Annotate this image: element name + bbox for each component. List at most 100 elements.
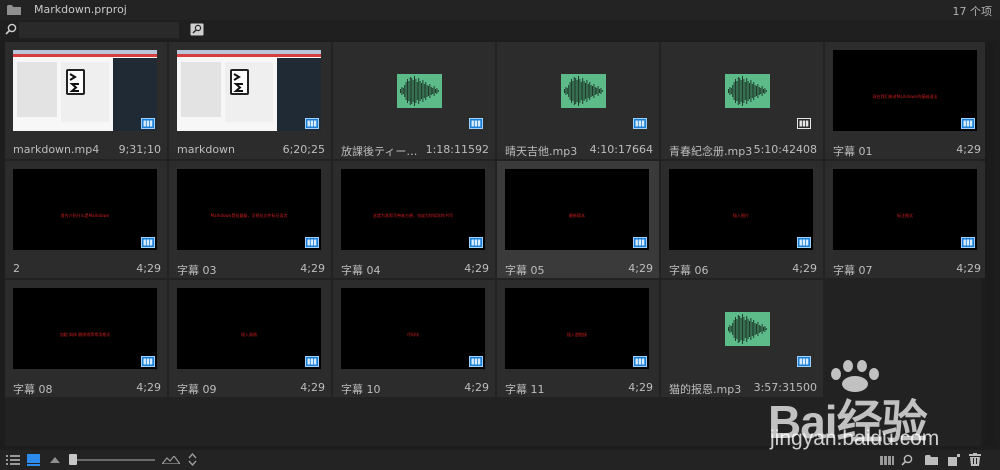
usage-badge-icon bbox=[797, 356, 811, 367]
project-item[interactable]: markdown 6;20;25 bbox=[169, 42, 331, 159]
filmstrip-glyph bbox=[799, 358, 809, 365]
project-item[interactable]: 最新版本字幕 05 4;29 bbox=[497, 161, 659, 278]
item-name[interactable]: 字幕 05 bbox=[505, 262, 545, 278]
list-view-icon[interactable] bbox=[6, 454, 20, 466]
item-name[interactable]: markdown.mp4 bbox=[13, 143, 99, 156]
usage-badge-icon bbox=[633, 237, 647, 248]
usage-badge-icon bbox=[633, 356, 647, 367]
item-duration: 4;29 bbox=[956, 262, 981, 275]
filmstrip-glyph bbox=[471, 358, 481, 365]
usage-badge-icon bbox=[141, 356, 155, 367]
title-caption-text: Markdown是轻量级，可视化文件标记语言 bbox=[210, 213, 288, 218]
item-duration: 4;29 bbox=[136, 262, 161, 275]
item-name[interactable]: 字幕 07 bbox=[833, 262, 873, 278]
video-thumbnail[interactable]: 插入超链接 bbox=[505, 288, 649, 369]
search-icon[interactable] bbox=[5, 23, 17, 35]
search-input[interactable] bbox=[19, 22, 179, 38]
project-item[interactable]: 现在我们来讲Markdown的基础语法字幕 01 4;29 bbox=[825, 42, 987, 159]
video-thumbnail[interactable]: 代码块 bbox=[341, 288, 485, 369]
video-thumbnail[interactable]: 插入表格 bbox=[177, 288, 321, 369]
item-duration: 4;29 bbox=[956, 143, 981, 156]
project-item[interactable]: 放課後ティー… 1:18:11592 bbox=[333, 42, 495, 159]
item-name[interactable]: 字幕 11 bbox=[505, 381, 545, 397]
filmstrip-glyph bbox=[799, 239, 809, 246]
item-duration: 4;29 bbox=[628, 381, 653, 394]
screenshot-preview bbox=[13, 50, 157, 131]
project-title: Markdown.prproj bbox=[34, 3, 127, 16]
audio-waveform-icon bbox=[561, 74, 606, 108]
item-duration: 4;29 bbox=[792, 262, 817, 275]
icon-view-icon[interactable] bbox=[27, 454, 40, 466]
vertical-scrollbar[interactable] bbox=[985, 42, 995, 446]
zoom-slider-handle[interactable] bbox=[69, 454, 77, 465]
project-item[interactable]: 晴天吉他.mp3 4:10:17664 bbox=[497, 42, 659, 159]
filmstrip-glyph bbox=[307, 239, 317, 246]
video-thumbnail[interactable] bbox=[177, 50, 321, 131]
project-item[interactable]: 猫的报恩.mp3 3:57:31500 bbox=[661, 280, 823, 397]
project-item[interactable]: 青春紀念册.mp3 5:10:42408 bbox=[661, 42, 823, 159]
item-name[interactable]: 字幕 04 bbox=[341, 262, 381, 278]
video-thumbnail[interactable]: 这就为其帮写带来方便，也成为你如学的书写 bbox=[341, 169, 485, 250]
automate-to-sequence-icon[interactable] bbox=[880, 455, 894, 465]
filmstrip-glyph bbox=[143, 239, 153, 246]
item-name[interactable]: 猫的报恩.mp3 bbox=[669, 381, 741, 397]
video-thumbnail[interactable]: 加粗 斜体 删除线等常用格式 bbox=[13, 288, 157, 369]
project-item[interactable]: Markdown是轻量级，可视化文件标记语言字幕 03 4;29 bbox=[169, 161, 331, 278]
item-name[interactable]: 字幕 10 bbox=[341, 381, 381, 397]
title-caption-text: 插入表格 bbox=[241, 332, 257, 337]
item-name[interactable]: 2 bbox=[13, 262, 20, 275]
audio-waveform-icon bbox=[725, 74, 770, 108]
audio-thumbnail[interactable] bbox=[341, 50, 485, 131]
project-item[interactable]: 标注格式字幕 07 4;29 bbox=[825, 161, 987, 278]
item-name[interactable]: markdown bbox=[177, 143, 235, 156]
item-duration: 4:10:17664 bbox=[589, 143, 653, 156]
title-caption-text: 现在我们来讲Markdown的基础语法 bbox=[872, 94, 938, 99]
project-item[interactable]: 首先介绍什么是Markdown 2 4;29 bbox=[5, 161, 167, 278]
project-item[interactable]: 这就为其帮写带来方便，也成为你如学的书写 字幕 04 4;29 bbox=[333, 161, 495, 278]
project-item[interactable]: 插入图片字幕 06 4;29 bbox=[661, 161, 823, 278]
video-thumbnail[interactable]: Markdown是轻量级，可视化文件标记语言 bbox=[177, 169, 321, 250]
project-item[interactable]: 加粗 斜体 删除线等常用格式 字幕 08 4;29 bbox=[5, 280, 167, 397]
find-icon[interactable] bbox=[901, 454, 913, 466]
filmstrip-glyph bbox=[799, 120, 809, 127]
item-name[interactable]: 字幕 01 bbox=[833, 143, 873, 159]
new-item-icon[interactable] bbox=[948, 454, 960, 466]
item-duration: 4;29 bbox=[300, 262, 325, 275]
usage-badge-icon bbox=[797, 237, 811, 248]
item-duration: 5:10:42408 bbox=[753, 143, 817, 156]
item-name[interactable]: 字幕 06 bbox=[669, 262, 709, 278]
audio-thumbnail[interactable] bbox=[669, 50, 813, 131]
audio-thumbnail[interactable] bbox=[505, 50, 649, 131]
usage-badge-icon bbox=[141, 118, 155, 129]
usage-badge-icon bbox=[961, 237, 975, 248]
zoom-out-mountain-icon[interactable] bbox=[50, 457, 60, 463]
video-thumbnail[interactable]: 插入图片 bbox=[669, 169, 813, 250]
trash-icon[interactable] bbox=[969, 453, 981, 466]
video-thumbnail[interactable]: 最新版本 bbox=[505, 169, 649, 250]
item-name[interactable]: 青春紀念册.mp3 bbox=[669, 143, 752, 159]
item-name[interactable]: 字幕 08 bbox=[13, 381, 53, 397]
find-in-bin-icon[interactable] bbox=[190, 23, 204, 36]
item-name[interactable]: 放課後ティー… bbox=[341, 143, 417, 159]
video-thumbnail[interactable] bbox=[13, 50, 157, 131]
project-item[interactable]: markdown.mp4 9;31;10 bbox=[5, 42, 167, 159]
item-name[interactable]: 晴天吉他.mp3 bbox=[505, 143, 577, 159]
project-item[interactable]: 插入表格 字幕 09 4;29 bbox=[169, 280, 331, 397]
item-name[interactable]: 字幕 09 bbox=[177, 381, 217, 397]
audio-thumbnail[interactable] bbox=[669, 288, 813, 369]
audio-waveform-icon bbox=[397, 74, 442, 108]
item-duration: 4;29 bbox=[628, 262, 653, 275]
zoom-slider-track[interactable] bbox=[70, 459, 155, 461]
sort-icons-icon[interactable] bbox=[188, 453, 197, 466]
project-item[interactable]: 插入超链接字幕 11 4;29 bbox=[497, 280, 659, 397]
item-name[interactable]: 字幕 03 bbox=[177, 262, 217, 278]
new-bin-icon[interactable] bbox=[925, 455, 938, 465]
video-thumbnail[interactable]: 标注格式 bbox=[833, 169, 977, 250]
project-bin-icon[interactable] bbox=[7, 4, 21, 15]
project-item[interactable]: 代码块 字幕 10 4;29 bbox=[333, 280, 495, 397]
zoom-in-mountain-icon[interactable] bbox=[162, 456, 180, 464]
markdown-logo-icon bbox=[230, 69, 249, 95]
video-thumbnail[interactable]: 首先介绍什么是Markdown bbox=[13, 169, 157, 250]
item-count: 17 个项 bbox=[952, 5, 993, 18]
video-thumbnail[interactable]: 现在我们来讲Markdown的基础语法 bbox=[833, 50, 977, 131]
